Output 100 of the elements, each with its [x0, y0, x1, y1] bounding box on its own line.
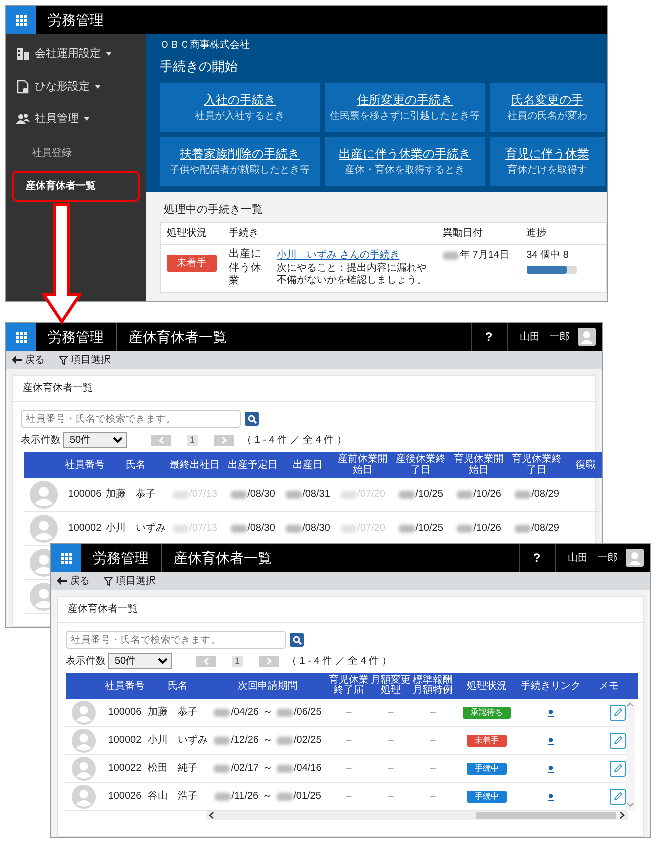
date-cell-text: /08/31	[302, 488, 330, 502]
procedure-link[interactable]: ●	[548, 705, 554, 720]
user-avatar-icon[interactable]	[578, 328, 596, 346]
column-header: 育児休業開始日	[453, 454, 505, 476]
period-start: /12/26	[231, 734, 259, 748]
edit-button[interactable]	[610, 704, 626, 720]
edit-button[interactable]	[610, 732, 626, 748]
blurred-text	[456, 524, 473, 532]
sidebar-item[interactable]: 社員登録	[12, 138, 140, 168]
period-end: /02/25	[294, 734, 322, 748]
blurred-text	[214, 792, 231, 800]
column-select-button[interactable]: 項目選択	[59, 352, 111, 368]
blurred-text	[172, 490, 189, 498]
sidebar-item[interactable]: 産休育休者一覧	[12, 170, 140, 202]
procedure-tile[interactable]: 扶養家族削除の手続き 子供や配偶者が就職したとき等	[160, 136, 320, 186]
scroll-right-icon	[620, 812, 625, 819]
period-start: /11/26	[232, 790, 259, 804]
procedure-link[interactable]: ●	[548, 789, 554, 804]
procedure-tile[interactable]: 出産に伴う休業の手続き 産休・育休を取得するとき	[325, 136, 485, 186]
tile-link[interactable]: 氏名変更の手	[512, 90, 584, 108]
app-menu-button[interactable]	[6, 6, 36, 35]
procedure-link[interactable]: 小川 いずみ さんの手続き	[277, 250, 400, 261]
status-badge: 手続中	[467, 762, 507, 774]
previous-page-button[interactable]	[151, 434, 171, 446]
tile-link[interactable]: 住所変更の手続き	[357, 90, 453, 108]
procedure-link[interactable]: ●	[548, 733, 554, 748]
blurred-text	[340, 490, 357, 498]
search-button[interactable]	[290, 633, 304, 647]
user-avatar-icon[interactable]	[626, 549, 644, 567]
avatar-icon	[30, 480, 58, 508]
tile-link[interactable]: 出産に伴う休業の手続き	[339, 144, 471, 162]
search-field[interactable]: 社員番号・氏名で検索できます。	[21, 410, 241, 428]
per-page-select[interactable]: 50件	[108, 653, 172, 669]
edit-button[interactable]	[610, 760, 626, 776]
column-header: 復職	[575, 460, 597, 470]
sidebar-menu-item[interactable]: 会社運用設定	[6, 38, 146, 70]
company-name: ＯＢＣ商事株式会社	[160, 38, 251, 53]
back-button[interactable]: 戻る	[12, 352, 45, 368]
dash-cell-text: –	[345, 790, 353, 804]
dash-cell-text: –	[387, 790, 395, 804]
sidebar-menu-item[interactable]: 社員管理	[6, 103, 146, 136]
back-button[interactable]: 戻る	[57, 574, 90, 588]
period-separator: ～	[263, 706, 273, 720]
column-header: 氏名	[167, 680, 189, 692]
page-number[interactable]: 1	[187, 434, 198, 446]
page-number[interactable]: 1	[232, 656, 243, 666]
period-separator: ～	[262, 790, 273, 804]
dash-cell-text: –	[345, 706, 353, 720]
status-badge: 承認待ち	[463, 706, 511, 718]
blurred-text	[514, 490, 531, 498]
employee-name: 小川 いずみ	[148, 734, 208, 748]
column-header: 次回申請期間	[237, 680, 299, 692]
column-header: 育児休業終了日	[511, 454, 563, 476]
procedure-tile[interactable]: 育児に伴う休業 育休だけを取得す	[490, 136, 605, 186]
procedure-tile[interactable]: 住所変更の手続き 住民票を移さずに引越したとき等	[325, 82, 485, 132]
next-page-button[interactable]	[259, 656, 279, 666]
column-header: 進捗	[520, 223, 607, 244]
app-grid-icon[interactable]	[16, 332, 26, 342]
filter-icon	[59, 356, 68, 364]
people-icon	[16, 112, 30, 126]
period-start: /02/17	[231, 762, 259, 776]
avatar-icon	[72, 756, 96, 780]
procedure-tile[interactable]: 入社の手続き 社員が入社するとき	[160, 82, 320, 132]
next-page-button[interactable]	[214, 434, 234, 446]
column-select-button[interactable]: 項目選択	[104, 574, 156, 588]
horizontal-scrollbar[interactable]	[206, 811, 628, 820]
edit-button[interactable]	[610, 788, 626, 804]
date-cell-text: /10/25	[416, 488, 444, 502]
sidebar-menu-item[interactable]: ひな形設定	[6, 70, 146, 103]
tile-link[interactable]: 扶養家族削除の手続き	[180, 144, 300, 162]
search-icon	[292, 636, 302, 644]
tile-link[interactable]: 育児に伴う休業	[506, 144, 590, 162]
scrollbar-thumb[interactable]	[476, 812, 616, 819]
pencil-icon	[614, 792, 622, 801]
chevron-right-icon	[266, 658, 272, 664]
change-date: 年 7月14日	[460, 249, 510, 263]
search-field[interactable]: 社員番号・氏名で検索できます。	[66, 631, 286, 649]
per-page-select[interactable]: 50件	[63, 432, 127, 448]
search-button[interactable]	[245, 412, 259, 426]
blurred-text	[398, 490, 415, 498]
blurred-text	[172, 524, 189, 532]
app-title: 労務管理	[47, 328, 105, 346]
blurred-text	[277, 736, 293, 744]
filter-icon	[104, 576, 113, 586]
page-title: 産休育休者一覧	[128, 328, 228, 346]
page-title: 産休育休者一覧	[173, 548, 273, 568]
previous-page-button[interactable]	[196, 656, 216, 666]
app-grid-icon[interactable]	[60, 552, 72, 564]
date-cell-text: /08/30	[248, 488, 276, 502]
app-title: 労務管理	[47, 10, 105, 30]
scroll-left-icon	[209, 812, 214, 819]
app-grid-icon[interactable]	[16, 14, 26, 26]
column-header: 処理状況	[161, 223, 223, 244]
tile-link[interactable]: 入社の手続き	[204, 90, 276, 108]
vertical-scrollbar[interactable]	[626, 699, 635, 811]
chevron-left-icon	[204, 658, 208, 664]
procedure-link[interactable]: ●	[548, 761, 554, 776]
procedure-tile[interactable]: 氏名変更の手 社員の氏名が変わ	[490, 82, 605, 132]
column-header: 産前休業開始日	[337, 454, 389, 476]
blurred-text	[456, 490, 473, 498]
